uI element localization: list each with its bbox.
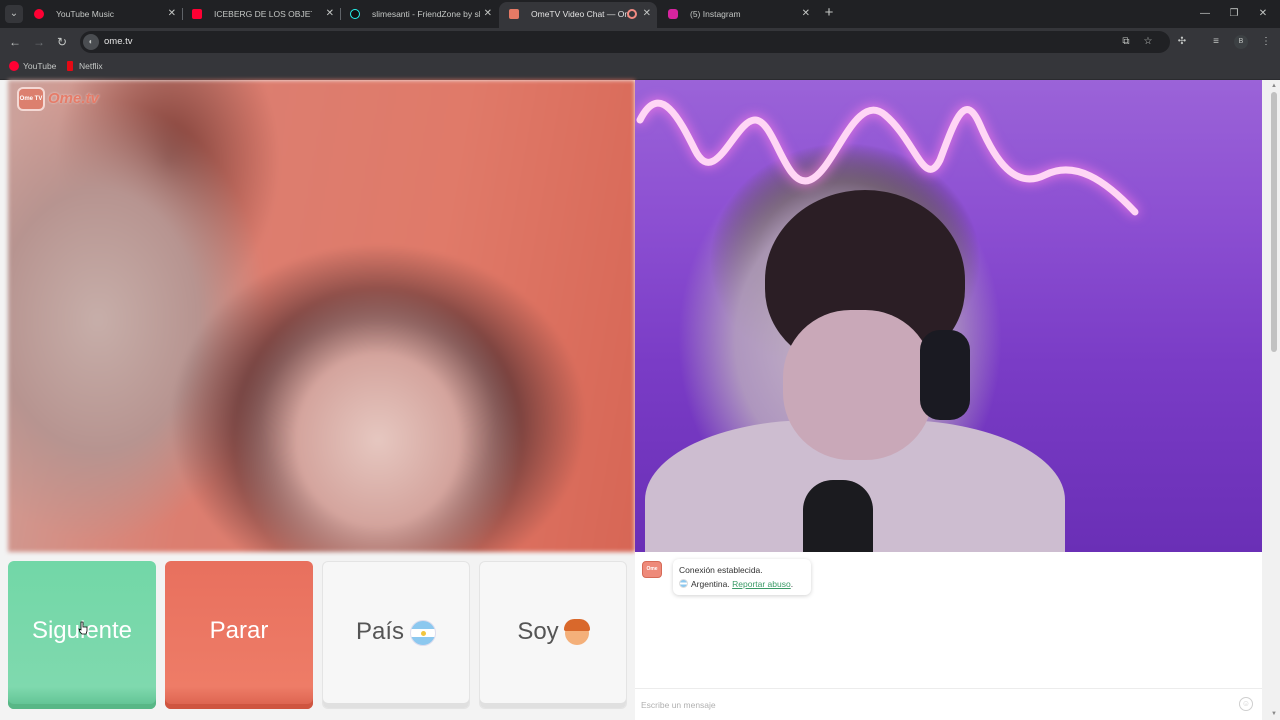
close-icon[interactable]: ✕ [326, 3, 334, 25]
media-controls-icon[interactable]: ≡ [1207, 33, 1225, 51]
chat-panel: Ome TV Conexión establecida. Argentina. … [635, 552, 1262, 720]
partner-country: Argentina. [691, 579, 730, 589]
close-icon[interactable]: ✕ [802, 3, 810, 25]
tab-iceberg[interactable]: ICEBERG DE LOS OBJETOS PERDIDOS ✕ [182, 3, 340, 25]
menu-kebab-icon[interactable]: ⋮ [1257, 33, 1275, 51]
back-arrow-icon[interactable]: ← [6, 33, 24, 51]
argentina-flag-icon [679, 579, 688, 588]
stop-button[interactable]: Parar [165, 561, 313, 709]
country-filter-button[interactable]: País [322, 561, 470, 709]
report-suffix: . [790, 579, 794, 589]
partner-country-line: Argentina. Reportar abuso. [679, 579, 793, 589]
extensions-puzzle-icon[interactable]: ✣ [1173, 33, 1191, 51]
bookmark-label: YouTube [23, 61, 57, 71]
restore-icon[interactable]: ❐ [1225, 5, 1243, 23]
report-abuse-link[interactable]: Reportar abuso [732, 579, 791, 589]
instagram-favicon-icon [668, 9, 678, 19]
bookmark-label: Netflix [79, 61, 103, 71]
scroll-down-icon[interactable]: ▼ [1270, 710, 1278, 718]
ometv-favicon-icon [509, 9, 519, 19]
bookmark-netflix[interactable]: Netflix [65, 56, 103, 76]
url-text[interactable]: ome.tv [104, 31, 133, 53]
connection-status-text: Conexión establecida. [679, 565, 763, 575]
page-scrollbar[interactable]: ▲ ▼ [1262, 80, 1280, 720]
youtube-favicon-icon [192, 9, 202, 19]
tv-logo-icon: Ome TV [17, 87, 45, 111]
netflix-favicon-icon [67, 61, 73, 71]
minimize-icon[interactable]: — [1196, 5, 1214, 23]
new-tab-plus-icon[interactable]: + [822, 4, 836, 22]
bookmark-star-icon[interactable]: ☆ [1140, 34, 1156, 50]
youtube-favicon-icon [9, 61, 19, 71]
tab-title: ICEBERG DE LOS OBJETOS PERDIDOS [214, 9, 312, 19]
country-label: País [355, 618, 405, 645]
tab-instagram[interactable]: (5) Instagram ✕ [658, 3, 816, 25]
tab-title: (5) Instagram [690, 9, 741, 19]
ometv-page: Ome TV Ome.tv ▲ ▼ Siguiente Parar País S… [0, 80, 1280, 720]
close-window-icon[interactable]: ✕ [1254, 5, 1272, 23]
next-button[interactable]: Siguiente [8, 561, 156, 709]
tab-title: slimesanti - FriendZone by slimesanti [372, 9, 480, 19]
install-app-icon[interactable]: ⧉ [1118, 34, 1134, 50]
hand-cursor-icon [78, 621, 88, 635]
site-settings-icon[interactable]: ◐ [83, 34, 99, 50]
address-bar[interactable]: ◐ ome.tv ⧉ ☆ [80, 31, 1170, 53]
logo-text: Ome.tv [48, 90, 99, 107]
scroll-up-icon[interactable]: ▲ [1270, 82, 1278, 90]
stop-label: Parar [209, 617, 269, 644]
ometv-avatar-icon: Ome TV [642, 561, 662, 586]
message-composer: ☺ [635, 688, 1262, 720]
tiktok-favicon-icon [350, 9, 360, 19]
youtube-music-favicon-icon [34, 9, 44, 19]
boy-face-icon [563, 618, 590, 645]
tab-strip: ⌄ YouTube Music ✕ ICEBERG DE LOS OBJETOS… [0, 0, 1280, 28]
emoji-smile-icon[interactable]: ☺ [1239, 697, 1253, 711]
microphone [803, 480, 873, 552]
message-input[interactable] [641, 695, 1221, 715]
scrollbar-thumb[interactable] [1271, 92, 1277, 352]
tab-ometv[interactable]: OmeTV Video Chat — OmeTV ✕ [499, 2, 657, 28]
stranger-video [8, 80, 635, 552]
gender-label: Soy [517, 618, 559, 645]
argentina-flag-icon [410, 619, 437, 646]
tab-title: YouTube Music [56, 9, 114, 19]
person-face [783, 310, 933, 460]
reload-icon[interactable]: ↻ [53, 33, 71, 51]
close-icon[interactable]: ✕ [484, 3, 492, 25]
bookmark-youtube[interactable]: YouTube [9, 56, 56, 76]
close-icon[interactable]: ✕ [643, 2, 651, 26]
bookmarks-bar: YouTube Netflix [0, 56, 1280, 80]
self-camera-video [635, 80, 1262, 552]
tab-youtube-music[interactable]: YouTube Music ✕ [24, 3, 182, 25]
profile-avatar[interactable]: B [1234, 35, 1248, 49]
recording-icon [627, 9, 637, 19]
gender-select-button[interactable]: Soy [479, 561, 627, 709]
tab-title: OmeTV Video Chat — OmeTV [531, 9, 629, 19]
close-icon[interactable]: ✕ [168, 3, 176, 25]
forward-arrow-icon[interactable]: → [30, 33, 48, 51]
browser-toolbar: ← → ↻ ◐ ome.tv ⧉ ☆ ✣ ≡ B ⋮ [0, 28, 1280, 56]
headset [920, 330, 970, 420]
tab-search-button[interactable]: ⌄ [5, 5, 23, 23]
system-message-bubble: Conexión establecida. Argentina. Reporta… [673, 559, 811, 595]
tab-tiktok[interactable]: slimesanti - FriendZone by slimesanti ✕ [340, 3, 498, 25]
